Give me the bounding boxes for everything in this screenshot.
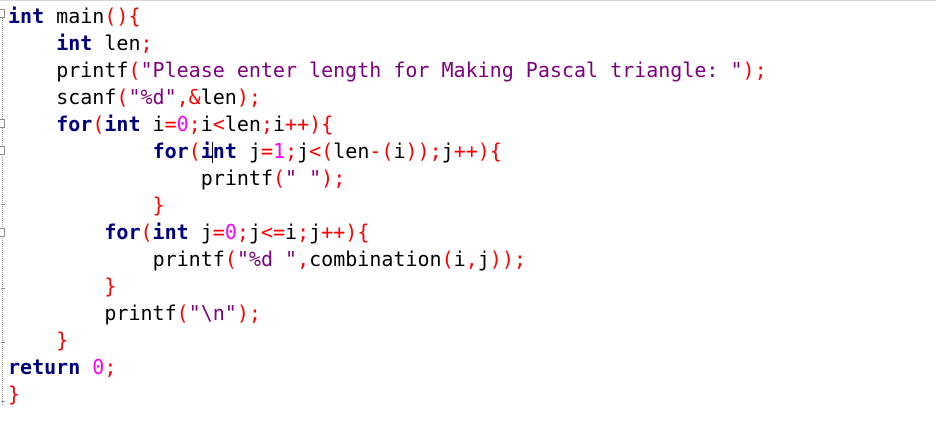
fold-collapse-icon[interactable] xyxy=(0,119,5,128)
code-editor[interactable]: int main(){ int len; printf("Please ente… xyxy=(0,0,936,440)
fold-gutter xyxy=(0,1,6,441)
code-line[interactable]: } xyxy=(8,327,767,354)
code-line[interactable]: } xyxy=(8,273,767,300)
code-line[interactable]: scanf("%d",&len); xyxy=(8,84,767,111)
fold-end-icon xyxy=(1,204,5,205)
code-line[interactable]: for(int j=1;j<(len-(i));j++){ xyxy=(8,138,767,165)
code-line[interactable]: } xyxy=(8,381,767,408)
code-line[interactable]: int len; xyxy=(8,30,767,57)
fold-guide-line xyxy=(2,9,3,405)
code-line[interactable]: printf(" "); xyxy=(8,165,767,192)
code-line[interactable]: for(int i=0;i<len;i++){ xyxy=(8,111,767,138)
fold-end-icon xyxy=(1,342,5,343)
fold-end-icon xyxy=(1,288,5,289)
code-content[interactable]: int main(){ int len; printf("Please ente… xyxy=(8,3,767,408)
code-line[interactable]: int main(){ xyxy=(8,3,767,30)
code-line[interactable]: printf("\n"); xyxy=(8,300,767,327)
code-line[interactable]: } xyxy=(8,192,767,219)
fold-end-icon xyxy=(1,401,5,402)
code-line[interactable]: printf("Please enter length for Making P… xyxy=(8,57,766,84)
fold-collapse-icon[interactable] xyxy=(0,9,5,18)
code-line[interactable]: for(int j=0;j<=i;j++){ xyxy=(8,219,767,246)
code-line[interactable]: return 0; xyxy=(8,354,767,381)
fold-collapse-icon[interactable] xyxy=(0,146,5,155)
code-line[interactable]: printf("%d ",combination(i,j)); xyxy=(8,246,767,273)
fold-collapse-icon[interactable] xyxy=(0,228,5,237)
